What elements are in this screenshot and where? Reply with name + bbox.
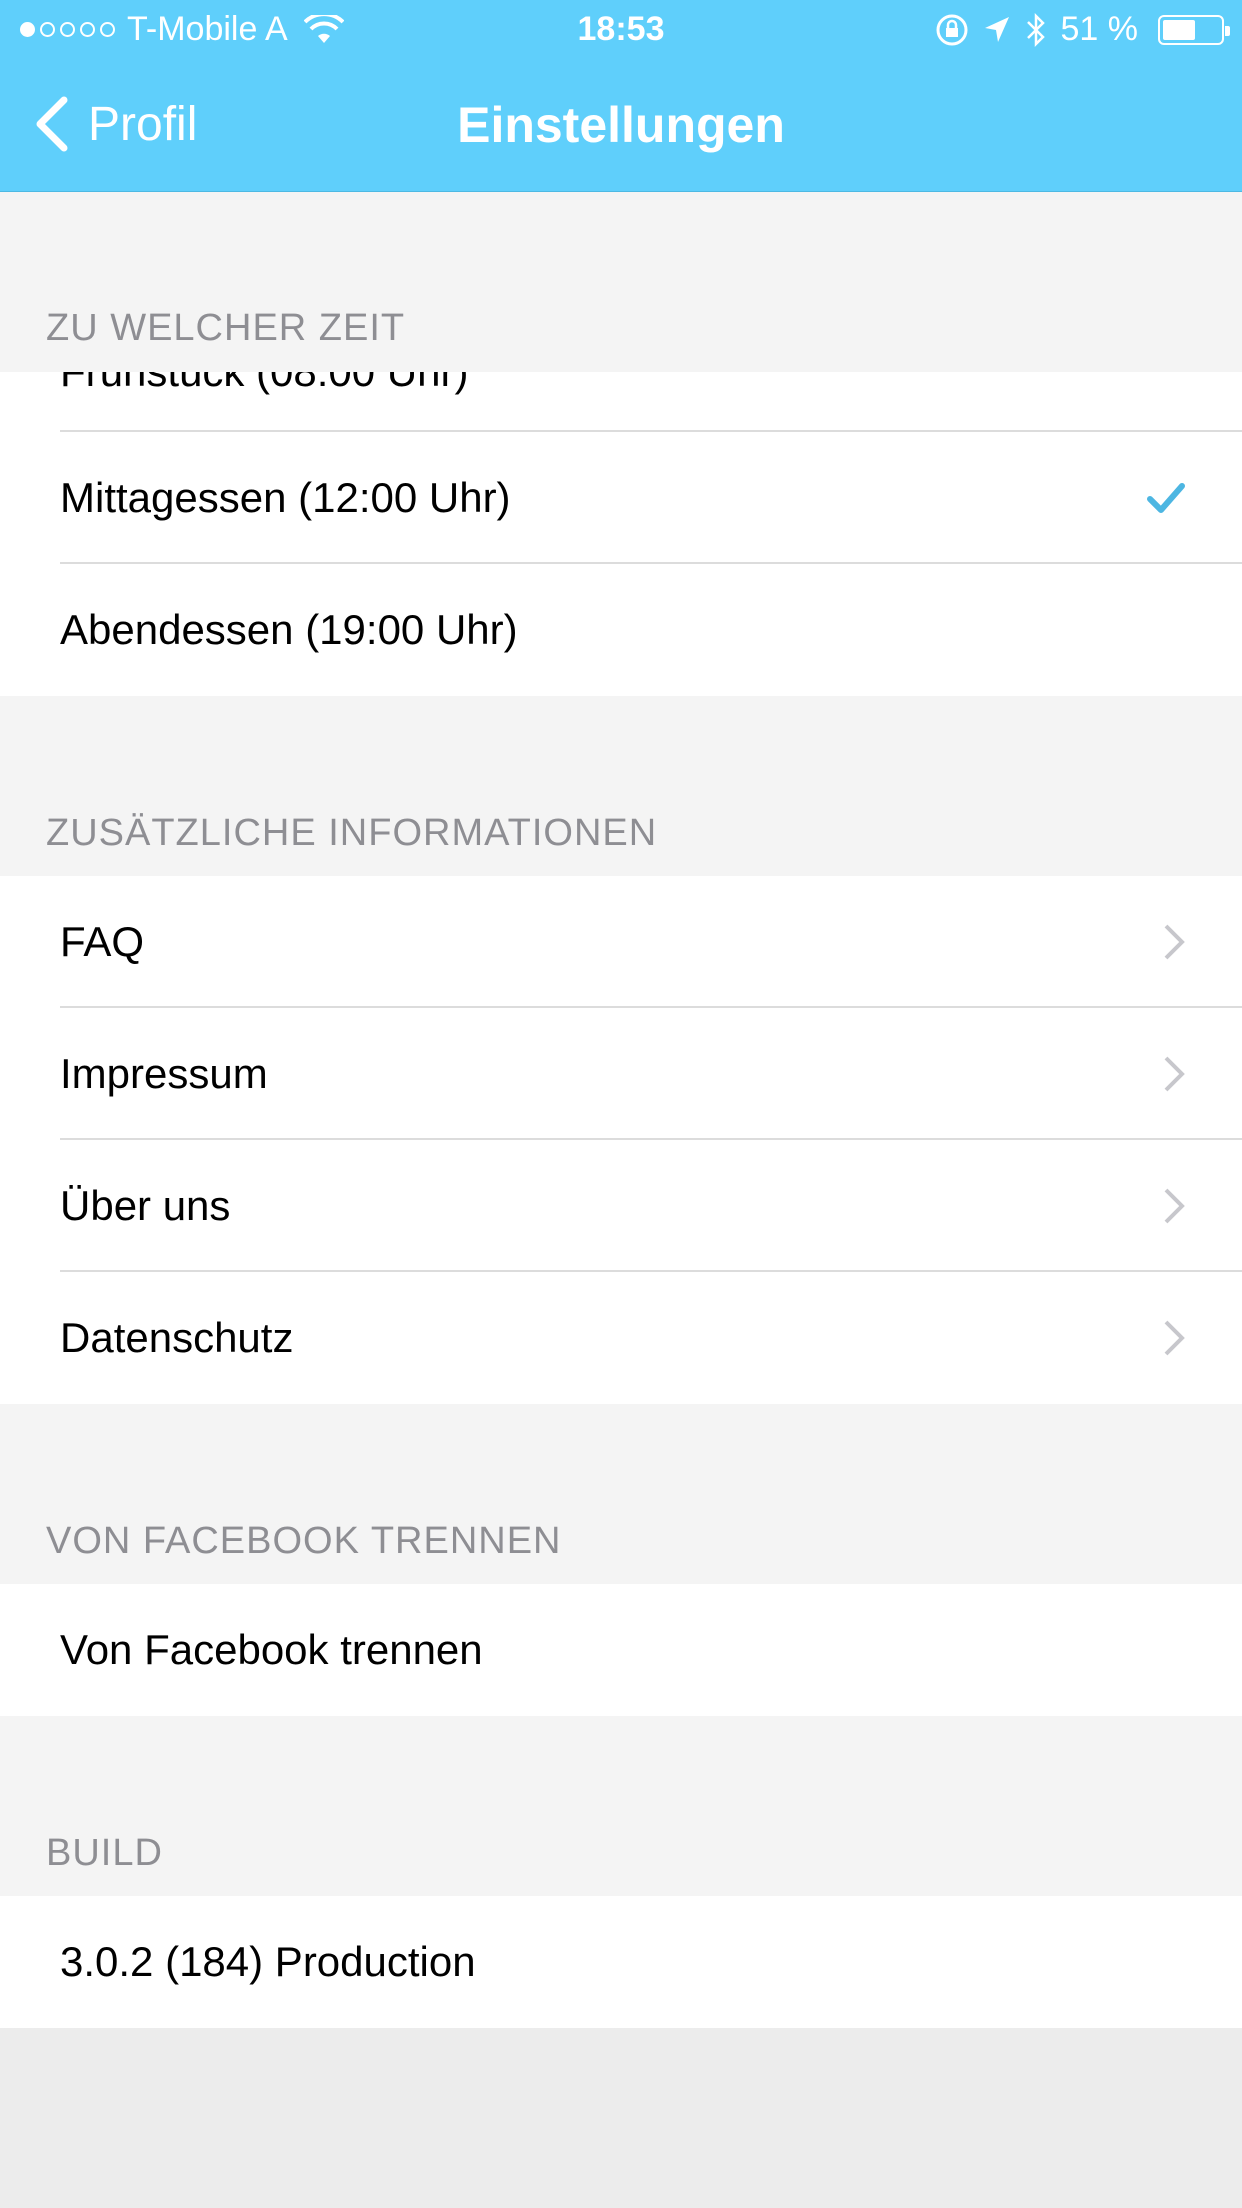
bluetooth-icon bbox=[1026, 12, 1045, 47]
checkmark-icon bbox=[1147, 483, 1185, 513]
time-options-group: Frühstück (08:00 Uhr) Mittagessen (12:00… bbox=[0, 372, 1242, 696]
facebook-group: Von Facebook trennen bbox=[0, 1584, 1242, 1716]
section-header-time: ZU WELCHER ZEIT bbox=[46, 307, 406, 349]
section-header-facebook: VON FACEBOOK TRENNEN bbox=[46, 1520, 562, 1562]
list-item-lunch[interactable]: Mittagessen (12:00 Uhr) bbox=[0, 432, 1242, 564]
battery-percent: 51 % bbox=[1060, 10, 1139, 48]
status-right: 51 % bbox=[935, 10, 1230, 49]
chevron-right-icon bbox=[1164, 924, 1185, 960]
disconnect-facebook-button[interactable]: Von Facebook trennen bbox=[0, 1584, 1242, 1716]
build-group: 3.0.2 (184) Production bbox=[0, 1896, 1242, 2028]
list-item-faq[interactable]: FAQ bbox=[0, 876, 1242, 1008]
list-item-dinner[interactable]: Abendessen (19:00 Uhr) bbox=[0, 564, 1242, 696]
rotation-lock-icon bbox=[936, 14, 967, 45]
build-version-label: 3.0.2 (184) Production bbox=[60, 1938, 476, 1985]
list-item-label: Abendessen (19:00 Uhr) bbox=[60, 606, 518, 653]
list-item-label: Mittagessen (12:00 Uhr) bbox=[60, 474, 511, 521]
list-item-label: Von Facebook trennen bbox=[60, 1626, 483, 1673]
list-item-label: FAQ bbox=[60, 918, 145, 965]
list-item-privacy[interactable]: Datenschutz bbox=[0, 1272, 1242, 1404]
info-group: FAQ Impressum Über uns Datenschutz bbox=[0, 876, 1242, 1404]
list-item-impressum[interactable]: Impressum bbox=[0, 1008, 1242, 1140]
list-item-label: Datenschutz bbox=[60, 1314, 294, 1361]
build-version: 3.0.2 (184) Production bbox=[0, 1896, 1242, 2028]
chevron-right-icon bbox=[1164, 1320, 1185, 1356]
list-item-about-us[interactable]: Über uns bbox=[0, 1140, 1242, 1272]
section-header-info: ZUSÄTZLICHE INFORMATIONEN bbox=[46, 812, 658, 854]
list-item-label: Impressum bbox=[60, 1050, 268, 1097]
navigation-bar: T-Mobile A 18:53 51 % Profil Einstellung… bbox=[0, 0, 1242, 192]
section-header-build: BUILD bbox=[46, 1832, 163, 1874]
list-item-breakfast[interactable]: Frühstück (08:00 Uhr) bbox=[0, 372, 1242, 432]
footer-area bbox=[0, 2028, 1242, 2208]
page-title: Einstellungen bbox=[457, 97, 785, 153]
chevron-right-icon bbox=[1164, 1188, 1185, 1224]
list-item-label: Frühstück (08:00 Uhr) bbox=[60, 372, 468, 417]
battery-icon bbox=[1158, 14, 1230, 45]
status-bar: T-Mobile A 18:53 51 % bbox=[0, 0, 1242, 60]
chevron-right-icon bbox=[1164, 1056, 1185, 1092]
location-icon bbox=[984, 16, 1009, 42]
settings-list[interactable]: ZU WELCHER ZEIT Frühstück (08:00 Uhr) Mi… bbox=[0, 192, 1242, 2028]
list-item-label: Über uns bbox=[60, 1182, 231, 1229]
